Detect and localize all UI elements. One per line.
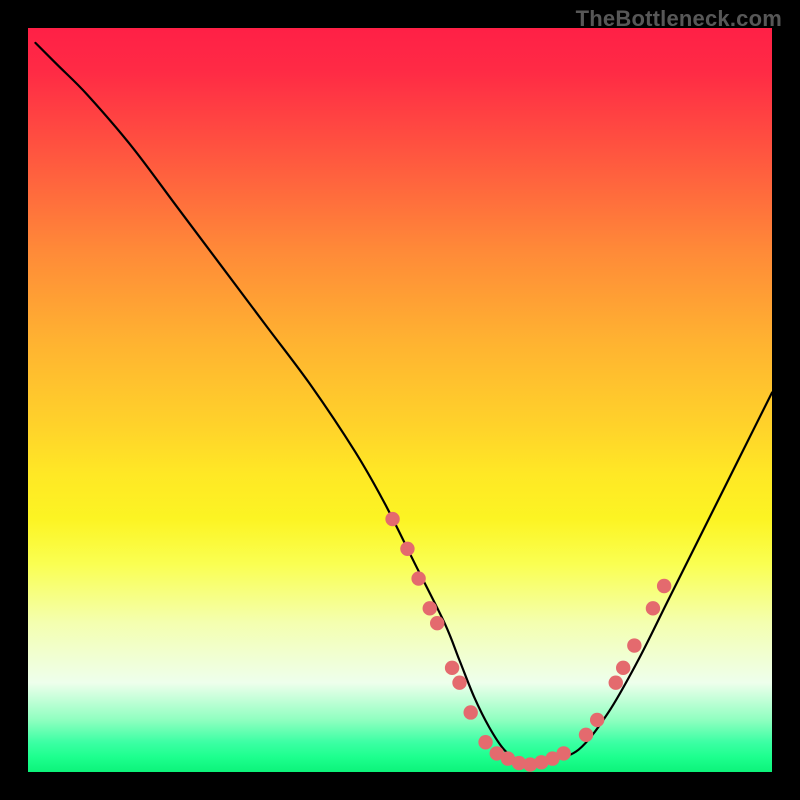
- data-point: [590, 713, 604, 727]
- data-point: [430, 616, 444, 630]
- data-point: [385, 512, 399, 526]
- data-point: [445, 661, 459, 675]
- data-point: [556, 746, 570, 760]
- data-markers: [385, 512, 671, 772]
- data-point: [400, 542, 414, 556]
- data-point: [423, 601, 437, 615]
- data-point: [627, 638, 641, 652]
- plot-area: [28, 28, 772, 772]
- data-point: [463, 705, 477, 719]
- data-point: [609, 676, 623, 690]
- attribution-label: TheBottleneck.com: [576, 6, 782, 32]
- data-point: [452, 676, 466, 690]
- data-point: [616, 661, 630, 675]
- data-point: [579, 728, 593, 742]
- data-point: [657, 579, 671, 593]
- curve-layer: [28, 28, 772, 772]
- chart-container: TheBottleneck.com: [0, 0, 800, 800]
- bottleneck-curve: [35, 43, 772, 765]
- data-point: [478, 735, 492, 749]
- data-point: [646, 601, 660, 615]
- data-point: [411, 571, 425, 585]
